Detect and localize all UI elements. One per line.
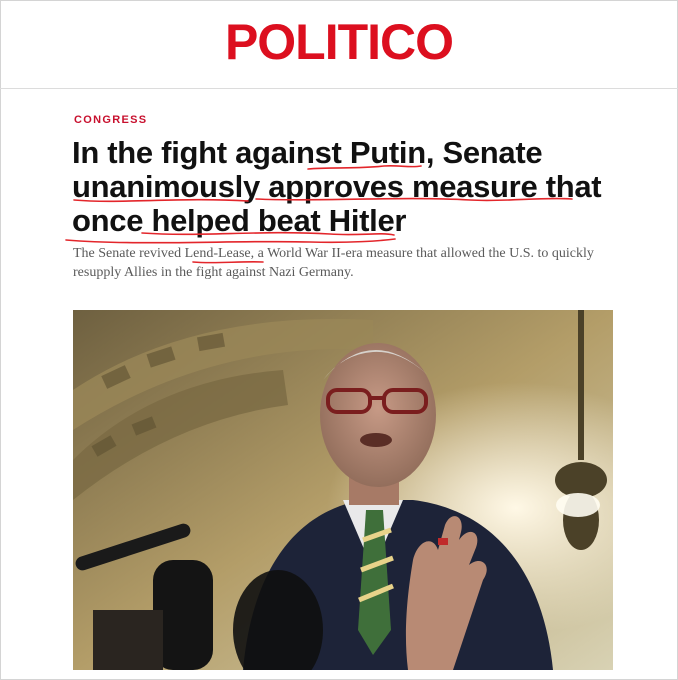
photo-illustration xyxy=(73,310,613,670)
article-headline[interactable]: In the fight against Putin, Senate unani… xyxy=(72,136,632,238)
article-dek: The Senate revived Lend-Lease, a World W… xyxy=(73,246,594,280)
masthead: POLITICO xyxy=(0,0,678,89)
article-photo[interactable] xyxy=(73,310,613,670)
site-logo[interactable]: POLITICO xyxy=(225,13,454,71)
section-label[interactable]: CONGRESS xyxy=(74,114,147,126)
